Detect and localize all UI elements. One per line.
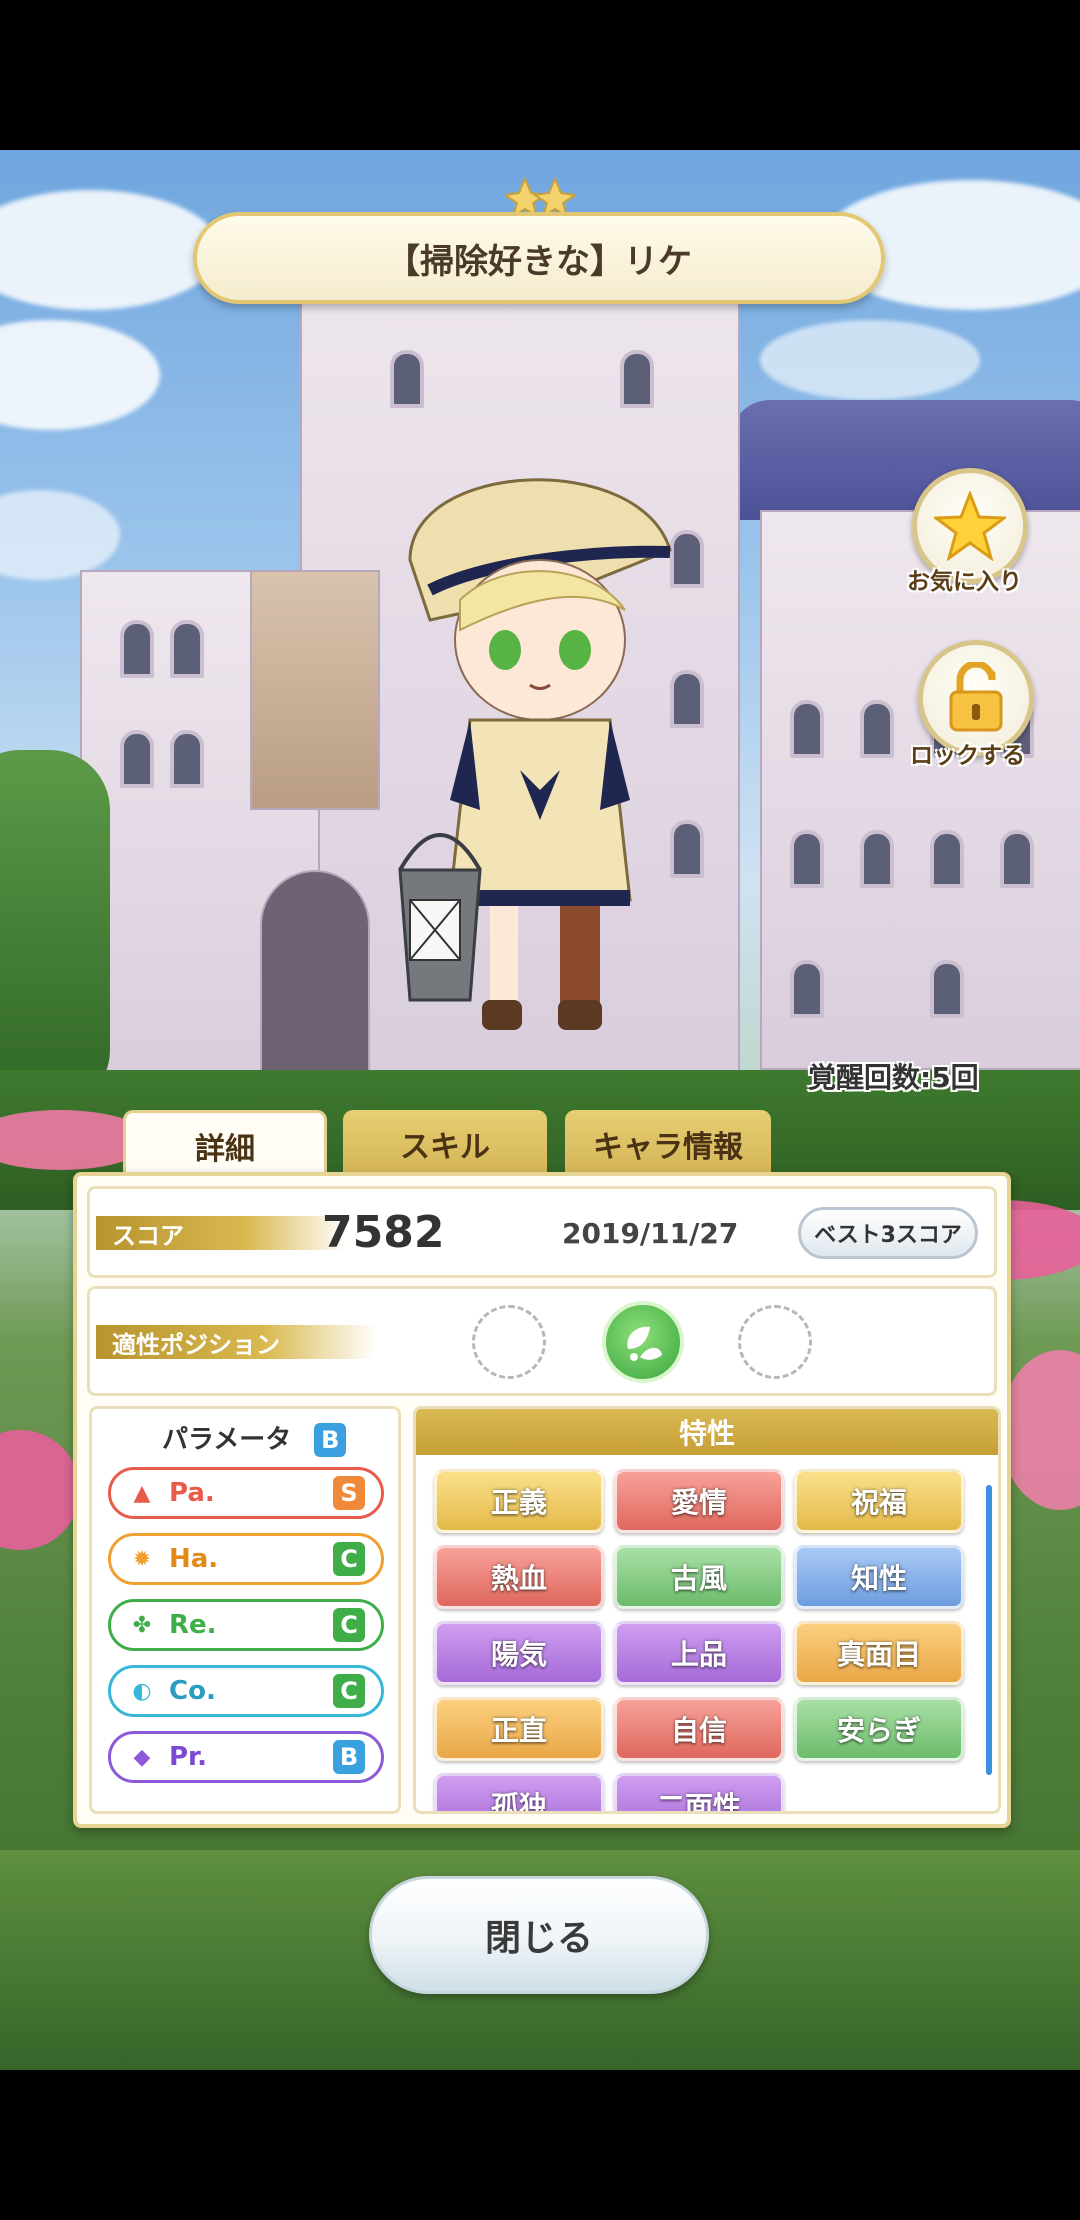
- close-button[interactable]: 閉じる: [369, 1876, 709, 1994]
- castle-gate: [260, 870, 370, 1090]
- castle-window: [860, 830, 894, 888]
- castle-window: [390, 350, 424, 408]
- param-pr-grade: B: [333, 1740, 365, 1774]
- trait-item: 古風: [614, 1545, 784, 1609]
- details-panel: スコア 7582 2019/11/27 ベスト3スコア 適性ポジション パラメー…: [73, 1172, 1011, 1828]
- param-ha: ✹ Ha. C: [108, 1533, 384, 1585]
- close-button-label: 閉じる: [484, 1918, 593, 1959]
- top-black-bar: [0, 0, 1080, 150]
- castle-window: [1000, 830, 1034, 888]
- score-value: 7582: [322, 1207, 445, 1258]
- castle-window: [930, 960, 964, 1018]
- param-pa: ▲ Pa. S: [108, 1467, 384, 1519]
- character-title-banner: 【掃除好きな】リケ: [193, 212, 885, 304]
- param-re-grade: C: [333, 1608, 365, 1642]
- param-re: ✤ Re. C: [108, 1599, 384, 1651]
- lock-label: ロックする: [910, 743, 1025, 769]
- character-title: 【掃除好きな】リケ: [386, 241, 692, 282]
- tab-details-label: 詳細: [195, 1131, 255, 1167]
- trait-item: 熱血: [434, 1545, 604, 1609]
- diamond-icon: ◆: [133, 1744, 151, 1770]
- fire-icon: ▲: [133, 1480, 151, 1506]
- trait-item: 真面目: [794, 1621, 964, 1685]
- position-slot-empty: [738, 1305, 812, 1379]
- favorite-label: お気に入り: [907, 569, 1022, 595]
- trait-item: 孤独: [434, 1773, 604, 1811]
- castle-window: [170, 730, 204, 788]
- cloud: [0, 190, 220, 310]
- castle-window: [790, 700, 824, 758]
- trait-item: 安らぎ: [794, 1697, 964, 1761]
- castle-window: [120, 620, 154, 678]
- trait-item: 愛情: [614, 1469, 784, 1533]
- tab-character-info-label: キャラ情報: [593, 1130, 743, 1165]
- cloud: [0, 490, 120, 580]
- star-icon: [934, 491, 1006, 561]
- param-pr: ◆ Pr. B: [108, 1731, 384, 1783]
- position-row: 適性ポジション: [87, 1286, 997, 1396]
- trait-item: 二面性: [614, 1773, 784, 1811]
- param-ha-name: Ha.: [169, 1544, 219, 1574]
- castle-window: [170, 620, 204, 678]
- parameters-header-label: パラメータ: [162, 1425, 292, 1455]
- traits-scrollbar[interactable]: [986, 1485, 992, 1775]
- trait-item: 陽気: [434, 1621, 604, 1685]
- param-pa-name: Pa.: [169, 1478, 215, 1508]
- castle-window: [790, 960, 824, 1018]
- param-pa-grade: S: [333, 1476, 365, 1510]
- castle-roof: [730, 400, 1080, 520]
- parameters-header: パラメータ B: [162, 1419, 347, 1457]
- score-date: 2019/11/27: [562, 1217, 739, 1250]
- castle-window: [620, 350, 654, 408]
- traits-box[interactable]: 特性 正義 愛情 祝福 熱血 古風 知性 陽気 上品 真面目 正直 自信 安らぎ…: [413, 1406, 1001, 1814]
- position-slot-empty: [472, 1305, 546, 1379]
- tab-details[interactable]: 詳細: [123, 1110, 327, 1178]
- parameters-box: パラメータ B ▲ Pa. S ✹ Ha. C ✤ Re. C ◐ Co. C …: [89, 1406, 401, 1814]
- param-co: ◐ Co. C: [108, 1665, 384, 1717]
- tab-skills[interactable]: スキル: [343, 1110, 547, 1178]
- clover-icon: ✤: [132, 1612, 152, 1638]
- param-re-name: Re.: [169, 1610, 217, 1640]
- position-label: 適性ポジション: [96, 1325, 376, 1359]
- traits-header: 特性: [416, 1409, 998, 1455]
- flower-bed: [0, 1430, 80, 1550]
- position-slot-active: [602, 1301, 684, 1383]
- trait-item: 祝福: [794, 1469, 964, 1533]
- best3-score-label: ベスト3スコア: [814, 1223, 962, 1248]
- castle-window: [790, 830, 824, 888]
- tab-skills-label: スキル: [400, 1130, 490, 1165]
- castle-window: [860, 700, 894, 758]
- trait-item: 自信: [614, 1697, 784, 1761]
- castle-window: [120, 730, 154, 788]
- bottom-black-bar: [0, 2070, 1080, 2220]
- cloud: [760, 320, 980, 400]
- tab-character-info[interactable]: キャラ情報: [565, 1110, 771, 1178]
- castle-window: [930, 830, 964, 888]
- castle-bay-window: [250, 570, 380, 810]
- best3-score-button[interactable]: ベスト3スコア: [798, 1207, 978, 1259]
- sun-icon: ✹: [132, 1546, 152, 1572]
- trait-item: 正義: [434, 1469, 604, 1533]
- param-ha-grade: C: [333, 1542, 365, 1576]
- character-illustration: [398, 478, 672, 1030]
- awakening-count: 覚醒回数:5回: [808, 1061, 979, 1094]
- cloud: [0, 320, 160, 430]
- param-co-grade: C: [333, 1674, 365, 1708]
- parameters-overall-grade: B: [314, 1423, 347, 1457]
- tree: [0, 750, 110, 1110]
- unlock-icon: [949, 662, 1003, 732]
- swirl-icon: ◐: [132, 1678, 152, 1704]
- trait-item: 正直: [434, 1697, 604, 1761]
- score-row: スコア 7582 2019/11/27 ベスト3スコア: [87, 1186, 997, 1278]
- trait-item: 知性: [794, 1545, 964, 1609]
- score-label: スコア: [96, 1216, 346, 1250]
- flower-bed: [1000, 1350, 1080, 1510]
- param-co-name: Co.: [169, 1676, 216, 1706]
- trait-item: 上品: [614, 1621, 784, 1685]
- param-pr-name: Pr.: [169, 1742, 208, 1772]
- leaf-position-icon: [627, 1326, 662, 1361]
